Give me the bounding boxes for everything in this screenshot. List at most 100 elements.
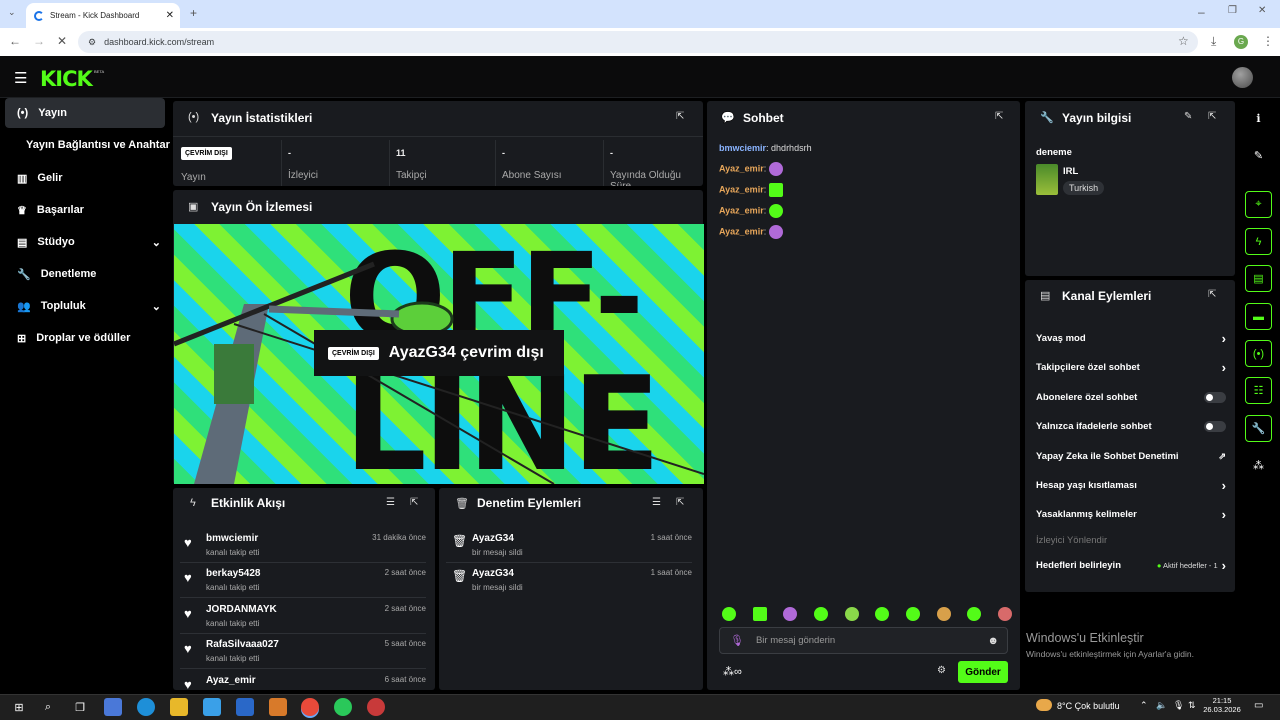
points-icon[interactable]: ⁂∞ [723, 665, 742, 678]
emotes-only-toggle[interactable] [1204, 420, 1226, 432]
filter-icon[interactable]: ☰ [652, 497, 661, 508]
browser-menu-icon[interactable]: ⋮ [1262, 34, 1274, 48]
sidebar-item-studyo[interactable]: ▤ Stüdyo ⌄ [5, 227, 165, 257]
emote-icon[interactable] [967, 607, 982, 621]
chat-username[interactable]: Ayaz_emir [719, 205, 764, 215]
microphone-icon[interactable]: 🎙 [730, 634, 744, 647]
feed-user[interactable]: RafaSilvaaa027 [206, 639, 279, 650]
store-icon[interactable] [203, 698, 221, 716]
sidebar-item-gelir[interactable]: ▥ Gelir [5, 163, 165, 193]
emote-icon[interactable] [936, 607, 951, 621]
popout-icon[interactable]: ⇱ [676, 111, 684, 122]
document-icon[interactable]: ▤ [1245, 265, 1272, 292]
action-banned-words[interactable]: Yasaklanmış kelimeler › [1036, 504, 1226, 524]
edit-pencil-icon[interactable]: ✎ [1184, 111, 1192, 122]
clock[interactable]: 21:15 26.03.2026 [1202, 696, 1242, 714]
subscribers-only-toggle[interactable] [1204, 391, 1226, 403]
address-bar[interactable]: ⚙ dashboard.kick.com/stream [78, 31, 1198, 53]
lightning-icon[interactable]: ϟ [1245, 228, 1272, 255]
settings-gear-icon[interactable]: ⚙ [937, 665, 946, 676]
popout-icon[interactable]: ⇱ [410, 497, 418, 508]
chevron-down-icon[interactable]: ⌄ [152, 300, 161, 313]
microphone-icon[interactable]: 🎙 [1173, 700, 1184, 711]
emote-icon[interactable] [752, 607, 767, 621]
back-icon[interactable]: ← [9, 34, 21, 48]
feed-user[interactable]: berkay5428 [206, 568, 261, 579]
restore-icon[interactable]: ❐ [1228, 5, 1237, 16]
tab-search-icon[interactable]: ⌄ [8, 7, 16, 18]
action-slow-mode[interactable]: Yavaş mod › [1036, 328, 1226, 348]
browser-tab[interactable]: Stream - Kick Dashboard ✕ [26, 3, 180, 28]
chat-input[interactable]: 🎙 Bir mesaj gönderin ☻ [719, 627, 1008, 654]
emote-icon[interactable] [813, 607, 828, 621]
popout-icon[interactable]: ⇱ [676, 497, 684, 508]
action-followers-only[interactable]: Takipçilere özel sohbet › [1036, 357, 1226, 377]
emote-icon[interactable] [722, 607, 736, 621]
more-widgets-icon[interactable]: ⁂ [1245, 452, 1272, 479]
forward-icon[interactable]: → [33, 34, 45, 48]
mod-user[interactable]: AyazG34 [472, 568, 514, 579]
category-thumbnail[interactable] [1036, 164, 1058, 195]
chat-username[interactable]: bmwciemir [719, 143, 766, 153]
site-info-icon[interactable]: ⚙ [88, 37, 96, 48]
minimize-icon[interactable]: – [1198, 5, 1205, 19]
feed-user[interactable]: Ayaz_emir [206, 675, 256, 686]
chat-username[interactable]: Ayaz_emir [719, 163, 764, 173]
chrome-icon[interactable] [301, 698, 319, 716]
mod-user[interactable]: AyazG34 [472, 533, 514, 544]
action-account-age[interactable]: Hesap yaşı kısıtlaması › [1036, 475, 1226, 495]
profile-avatar[interactable]: G [1234, 35, 1248, 49]
screen-capture-icon[interactable]: ⌖ [1245, 191, 1272, 218]
broadcast-icon[interactable]: (•) [1245, 340, 1272, 367]
action-goals[interactable]: Hedefleri belirleyin ● Aktif hedefler - … [1036, 555, 1226, 575]
popout-icon[interactable]: ⇱ [1208, 289, 1216, 300]
edge-icon[interactable] [137, 698, 155, 716]
file-explorer-icon[interactable] [170, 698, 188, 716]
stop-icon[interactable]: ✕ [57, 34, 67, 48]
notifications-icon[interactable]: ▭ [1254, 700, 1263, 711]
sidebar-item-droplar[interactable]: ⊞ Droplar ve ödüller [5, 323, 165, 353]
media-icon[interactable] [269, 698, 287, 716]
sidebar-item-basarilar[interactable]: ♛ Başarılar [5, 195, 165, 225]
category-name[interactable]: IRL [1063, 166, 1078, 177]
speaker-icon[interactable]: 🔈 [1156, 700, 1167, 711]
obs-icon[interactable] [367, 698, 385, 716]
new-tab-icon[interactable]: + [190, 6, 197, 20]
emote-icon[interactable] [875, 607, 890, 621]
feed-user[interactable]: JORDANMAYK [206, 604, 277, 615]
download-icon[interactable]: ⤓ [1211, 34, 1216, 49]
wrench-icon[interactable]: 🔧 [1245, 415, 1272, 442]
send-button[interactable]: Gönder [958, 661, 1008, 683]
edit-pencil-icon[interactable]: ✎ [1245, 142, 1272, 169]
windows-start-icon[interactable]: ⊞ [10, 698, 28, 716]
close-window-icon[interactable]: ✕ [1258, 5, 1266, 16]
emote-icon[interactable] [844, 607, 859, 621]
sidebar-item-denetleme[interactable]: 🔧 Denetleme [5, 259, 165, 289]
bookmark-star-icon[interactable]: ☆ [1178, 34, 1189, 48]
tray-chevron-icon[interactable]: ⌃ [1140, 700, 1148, 711]
emote-icon[interactable] [905, 607, 920, 621]
popout-icon[interactable]: ⇱ [995, 111, 1003, 122]
feed-user[interactable]: bmwciemir [206, 533, 258, 544]
kick-logo[interactable]: KICK [40, 67, 93, 91]
chevron-down-icon[interactable]: ⌄ [152, 236, 161, 249]
action-ai-moderation[interactable]: Yapay Zeka ile Sohbet Denetimi ⇗ [1036, 446, 1226, 466]
copilot-icon[interactable] [104, 698, 122, 716]
chat-bubble-icon[interactable]: ▬ [1245, 303, 1272, 330]
sidebar-item-yayin[interactable]: (•) Yayın [5, 98, 165, 128]
user-avatar[interactable] [1232, 67, 1253, 88]
hamburger-menu-icon[interactable]: ☰ [14, 69, 27, 87]
chat-username[interactable]: Ayaz_emir [719, 184, 764, 194]
task-view-icon[interactable]: ❐ [71, 698, 89, 716]
mail-icon[interactable] [236, 698, 254, 716]
search-icon[interactable]: ⌕ [39, 698, 57, 716]
whatsapp-icon[interactable] [334, 698, 352, 716]
popout-icon[interactable]: ⇱ [1208, 111, 1216, 122]
emote-icon[interactable] [783, 607, 798, 621]
emote-icon[interactable] [997, 607, 1012, 621]
chat-username[interactable]: Ayaz_emir [719, 226, 764, 236]
channel-actions-icon[interactable]: ☷ [1245, 377, 1272, 404]
filter-icon[interactable]: ☰ [386, 497, 395, 508]
info-icon[interactable]: ℹ [1245, 105, 1272, 132]
sidebar-item-topluluk[interactable]: 👥 Topluluk ⌄ [5, 291, 165, 321]
